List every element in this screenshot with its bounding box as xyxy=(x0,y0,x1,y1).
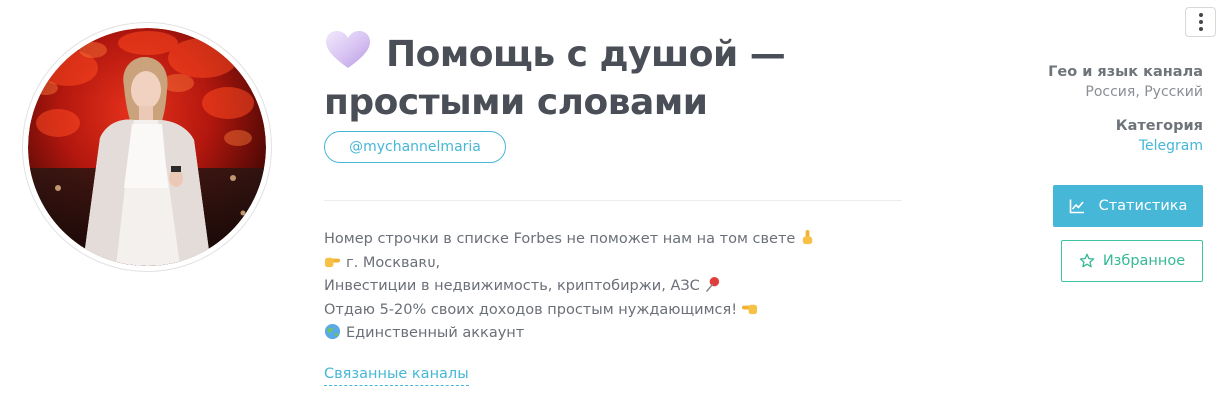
related-channels-link[interactable]: Связанные каналы xyxy=(324,364,469,386)
description-line: Инвестиции в недвижимость, криптобиржи, … xyxy=(324,275,884,299)
geo-label: Гео и язык канала xyxy=(1048,64,1203,80)
divider xyxy=(324,200,902,201)
vertical-dots-icon xyxy=(1198,27,1203,31)
channel-title-text: Помощь с душой — простыми словами xyxy=(324,34,786,123)
globe-icon xyxy=(324,323,341,340)
channel-handle-link[interactable]: @mychannelmaria xyxy=(324,131,506,163)
avatar-photo xyxy=(28,28,266,266)
category-info: Категория Telegram xyxy=(1116,116,1203,156)
pointing-up-hand-icon xyxy=(803,229,813,245)
description-text: Отдаю 5-20% своих доходов простым нуждаю… xyxy=(324,301,738,318)
category-label: Категория xyxy=(1115,118,1203,134)
description-line: Единственный аккаунт xyxy=(324,322,884,346)
channel-title: Помощь с душой — простыми словами xyxy=(324,30,884,127)
description-line: Отдаю 5-20% своих доходов простым нуждаю… xyxy=(324,299,884,323)
line-chart-icon xyxy=(1069,199,1084,214)
geo-value: Россия, Русский xyxy=(1085,84,1203,100)
star-outline-icon xyxy=(1079,253,1095,268)
description-text: Единственный аккаунт xyxy=(346,325,525,341)
description-line: Номер строчки в списке Forbes не поможет… xyxy=(324,228,884,252)
purple-heart-icon xyxy=(326,31,370,68)
pushpin-icon xyxy=(705,276,719,292)
channel-description: Номер строчки в списке Forbes не поможет… xyxy=(324,228,884,346)
description-text: Номер строчки в списке Forbes не поможет… xyxy=(324,231,796,247)
statistics-button[interactable]: Статистика xyxy=(1053,185,1203,227)
pointing-right-hand-icon xyxy=(324,257,341,267)
favorite-button[interactable]: Избранное xyxy=(1061,240,1203,282)
statistics-button-label: Статистика xyxy=(1098,198,1188,214)
channel-card: Помощь с душой — простыми словами @mycha… xyxy=(0,0,1228,408)
category-link[interactable]: Telegram xyxy=(1116,136,1203,156)
pointing-left-hand-icon xyxy=(741,304,758,314)
description-text: г. Москваʀᴜ, xyxy=(346,254,441,271)
geo-language-info: Гео и язык канала Россия, Русский xyxy=(1048,62,1203,102)
more-options-button[interactable] xyxy=(1185,7,1216,37)
channel-avatar xyxy=(22,22,272,272)
vertical-dots-icon xyxy=(1198,20,1203,24)
description-text: Инвестиции в недвижимость, криптобиржи, … xyxy=(324,278,700,294)
description-line: г. Москваʀᴜ, xyxy=(324,252,884,276)
favorite-button-label: Избранное xyxy=(1102,253,1186,269)
vertical-dots-icon xyxy=(1198,13,1203,17)
